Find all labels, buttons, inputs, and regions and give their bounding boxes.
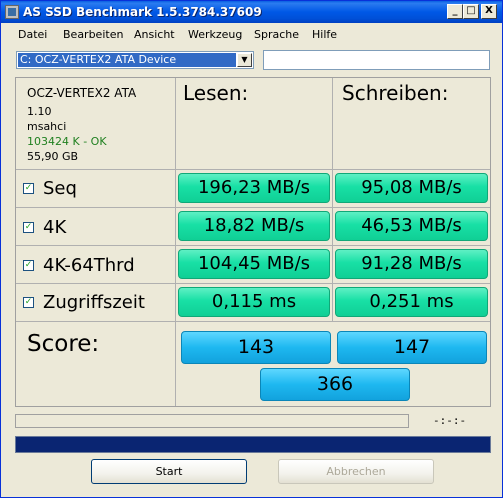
minimize-button[interactable]: _ (447, 4, 463, 19)
title-bar[interactable]: AS SSD Benchmark 1.5.3784.37609 _ □ X (1, 1, 502, 23)
access-checkbox[interactable]: ✓ (23, 297, 34, 308)
4k-label: 4K (43, 217, 67, 238)
divider (16, 321, 490, 322)
divider (16, 245, 490, 246)
close-button[interactable]: X (481, 4, 497, 19)
access-write-value: 0,251 ms (335, 287, 488, 317)
seq-label: Seq (43, 178, 77, 199)
menu-ansicht[interactable]: Ansicht (134, 28, 175, 41)
read-score: 143 (181, 331, 331, 364)
drive-select[interactable]: C: OCZ-VERTEX2 ATA Device ▼ (16, 51, 254, 69)
divider (175, 321, 176, 406)
divider (16, 283, 490, 284)
menu-bearbeiten[interactable]: Bearbeiten (63, 28, 123, 41)
elapsed-time: -:-:- (433, 414, 467, 427)
path-input[interactable] (263, 50, 490, 70)
window-title: AS SSD Benchmark 1.5.3784.37609 (23, 5, 262, 19)
4k-checkbox[interactable]: ✓ (23, 222, 34, 233)
menu-sprache[interactable]: Sprache (254, 28, 299, 41)
firmware-version: 1.10 (27, 105, 52, 118)
write-header: Schreiben: (342, 81, 449, 105)
4k64-read-value: 104,45 MB/s (178, 249, 330, 279)
drive-select-value: C: OCZ-VERTEX2 ATA Device (18, 53, 236, 67)
seq-read-value: 196,23 MB/s (178, 173, 330, 203)
divider (332, 78, 333, 321)
write-score: 147 (337, 331, 487, 364)
drive-size: 55,90 GB (27, 150, 79, 163)
4k-write-value: 46,53 MB/s (335, 211, 488, 241)
maximize-button[interactable]: □ (463, 4, 479, 19)
cancel-button[interactable]: Abbrechen (278, 459, 434, 484)
driver-name: msahci (27, 120, 67, 133)
overall-progress-bar (15, 436, 491, 453)
access-label: Zugriffszeit (43, 292, 145, 313)
4k64-write-value: 91,28 MB/s (335, 249, 488, 279)
4k64-checkbox[interactable]: ✓ (23, 260, 34, 271)
score-label: Score: (27, 331, 100, 357)
menu-werkzeug[interactable]: Werkzeug (188, 28, 242, 41)
dropdown-arrow-icon[interactable]: ▼ (237, 53, 252, 67)
4k64-label: 4K-64Thrd (43, 255, 135, 276)
menu-datei[interactable]: Datei (18, 28, 47, 41)
test-progress-bar (15, 414, 409, 428)
device-model: OCZ-VERTEX2 ATA (27, 86, 137, 100)
app-icon (5, 5, 19, 19)
seq-write-value: 95,08 MB/s (335, 173, 488, 203)
menu-hilfe[interactable]: Hilfe (312, 28, 337, 41)
menu-bar: Datei Bearbeiten Ansicht Werkzeug Sprach… (1, 23, 502, 45)
read-header: Lesen: (183, 81, 249, 105)
total-score: 366 (260, 368, 410, 401)
divider (16, 207, 490, 208)
start-button[interactable]: Start (91, 459, 247, 484)
seq-checkbox[interactable]: ✓ (23, 183, 34, 194)
alignment-status: 103424 K - OK (27, 135, 107, 148)
access-read-value: 0,115 ms (178, 287, 330, 317)
divider (16, 169, 490, 170)
divider (175, 78, 176, 321)
app-window: AS SSD Benchmark 1.5.3784.37609 _ □ X Da… (0, 0, 503, 498)
4k-read-value: 18,82 MB/s (178, 211, 330, 241)
